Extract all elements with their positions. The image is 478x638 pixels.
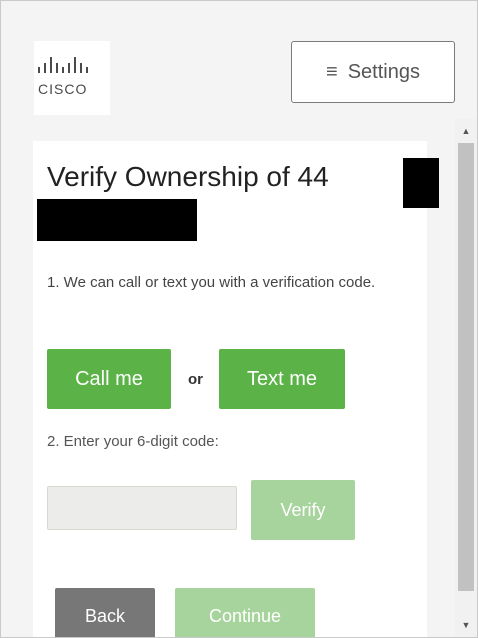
duo-prompt-frame: CISCO ≡ Settings Verify Ownership of 44 … bbox=[0, 0, 478, 638]
call-me-button[interactable]: Call me bbox=[47, 349, 171, 409]
settings-button[interactable]: ≡ Settings bbox=[291, 41, 455, 103]
settings-label: Settings bbox=[347, 60, 420, 83]
verify-button[interactable]: Verify bbox=[251, 480, 355, 540]
hamburger-icon: ≡ bbox=[326, 60, 338, 83]
arrow-up-icon[interactable]: ▲ bbox=[455, 121, 477, 141]
or-separator: or bbox=[188, 371, 203, 388]
continue-button[interactable]: Continue bbox=[175, 588, 315, 637]
cisco-logo: CISCO bbox=[34, 41, 110, 115]
step2-instruction: 2. Enter your 6-digit code: bbox=[47, 433, 219, 450]
scrollbar-thumb[interactable] bbox=[458, 143, 474, 591]
vertical-scrollbar[interactable]: ▲ ▼ bbox=[455, 119, 477, 637]
page-title: Verify Ownership of 44 bbox=[47, 161, 329, 192]
step1-instruction: 1. We can call or text you with a verifi… bbox=[47, 274, 376, 291]
arrow-down-icon[interactable]: ▼ bbox=[455, 615, 477, 635]
code-input[interactable] bbox=[47, 486, 237, 530]
logo-wordmark: CISCO bbox=[38, 81, 88, 97]
redaction-block bbox=[37, 199, 197, 241]
text-me-button[interactable]: Text me bbox=[219, 349, 345, 409]
back-button[interactable]: Back bbox=[55, 588, 155, 637]
redaction-block bbox=[403, 158, 439, 208]
verification-card: Verify Ownership of 44 1. We can call or… bbox=[33, 141, 439, 637]
cisco-bars-icon bbox=[38, 57, 88, 73]
